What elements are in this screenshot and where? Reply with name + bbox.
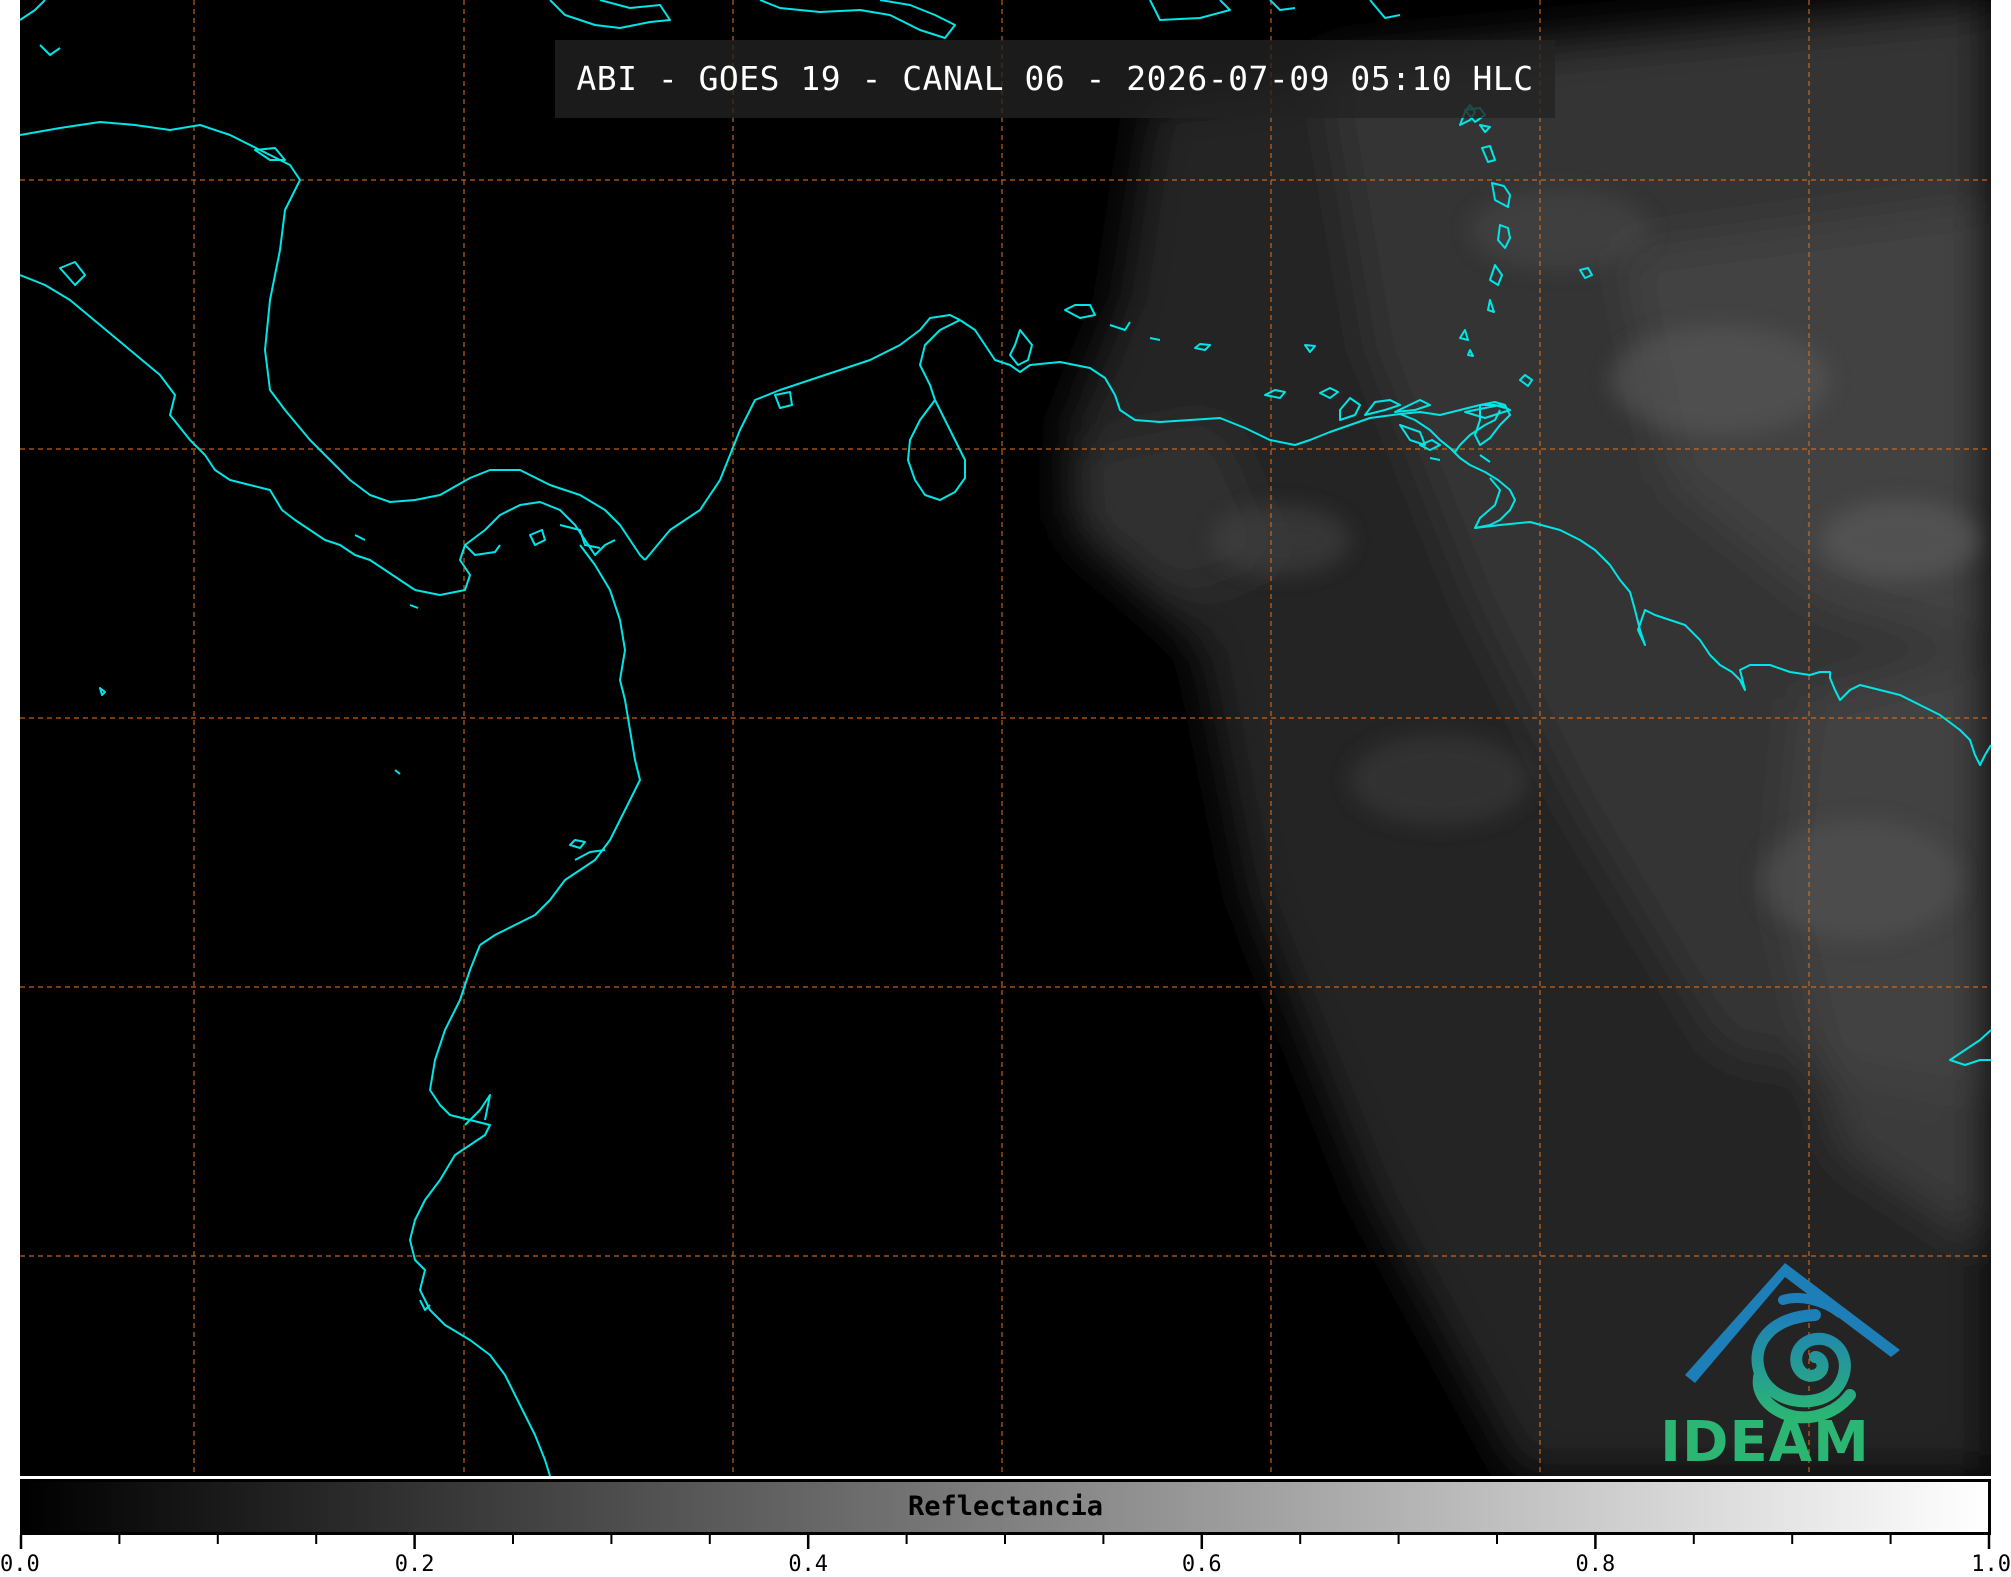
colorbar-tick-label: 0.6: [1181, 1552, 1222, 1577]
colorbar: Reflectancia: [20, 1479, 1991, 1535]
colorbar-tick-label: 0.4: [788, 1552, 829, 1577]
logo-text: IDEAM: [1660, 1410, 1870, 1475]
colorbar-tick-label: 0.0: [0, 1552, 40, 1577]
satellite-map: IDEAM ABI - GOES 19 - CANAL 06 - 2026-07…: [20, 0, 1991, 1476]
map-title: ABI - GOES 19 - CANAL 06 - 2026-07-09 05…: [576, 59, 1534, 98]
colorbar-label: Reflectancia: [907, 1491, 1104, 1522]
colorbar-tick-label: 1.0: [1971, 1552, 2011, 1577]
colorbar-tick-label: 0.8: [1575, 1552, 1616, 1577]
colorbar-ticks: [19, 1535, 1991, 1549]
colorbar-tick-label: 0.2: [394, 1552, 435, 1577]
